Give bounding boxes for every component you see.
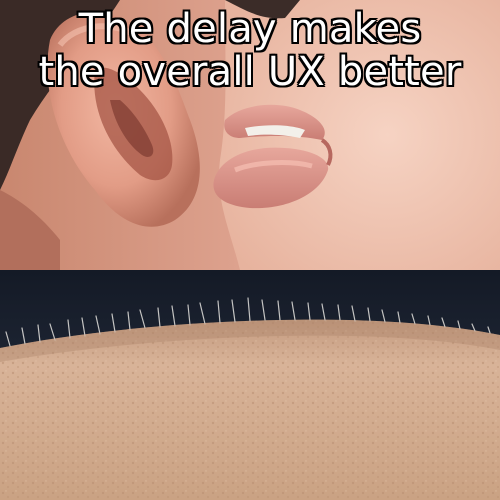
caption-line-2: the overall UX better xyxy=(38,49,462,95)
caption-line-1: The delay makes xyxy=(78,6,422,52)
goosebumps-illustration xyxy=(0,270,500,500)
panel-goosebumps xyxy=(0,270,500,500)
meme-caption: The delay makes the overall UX better xyxy=(0,8,500,94)
meme-image: The delay makes the overall UX better xyxy=(0,0,500,500)
